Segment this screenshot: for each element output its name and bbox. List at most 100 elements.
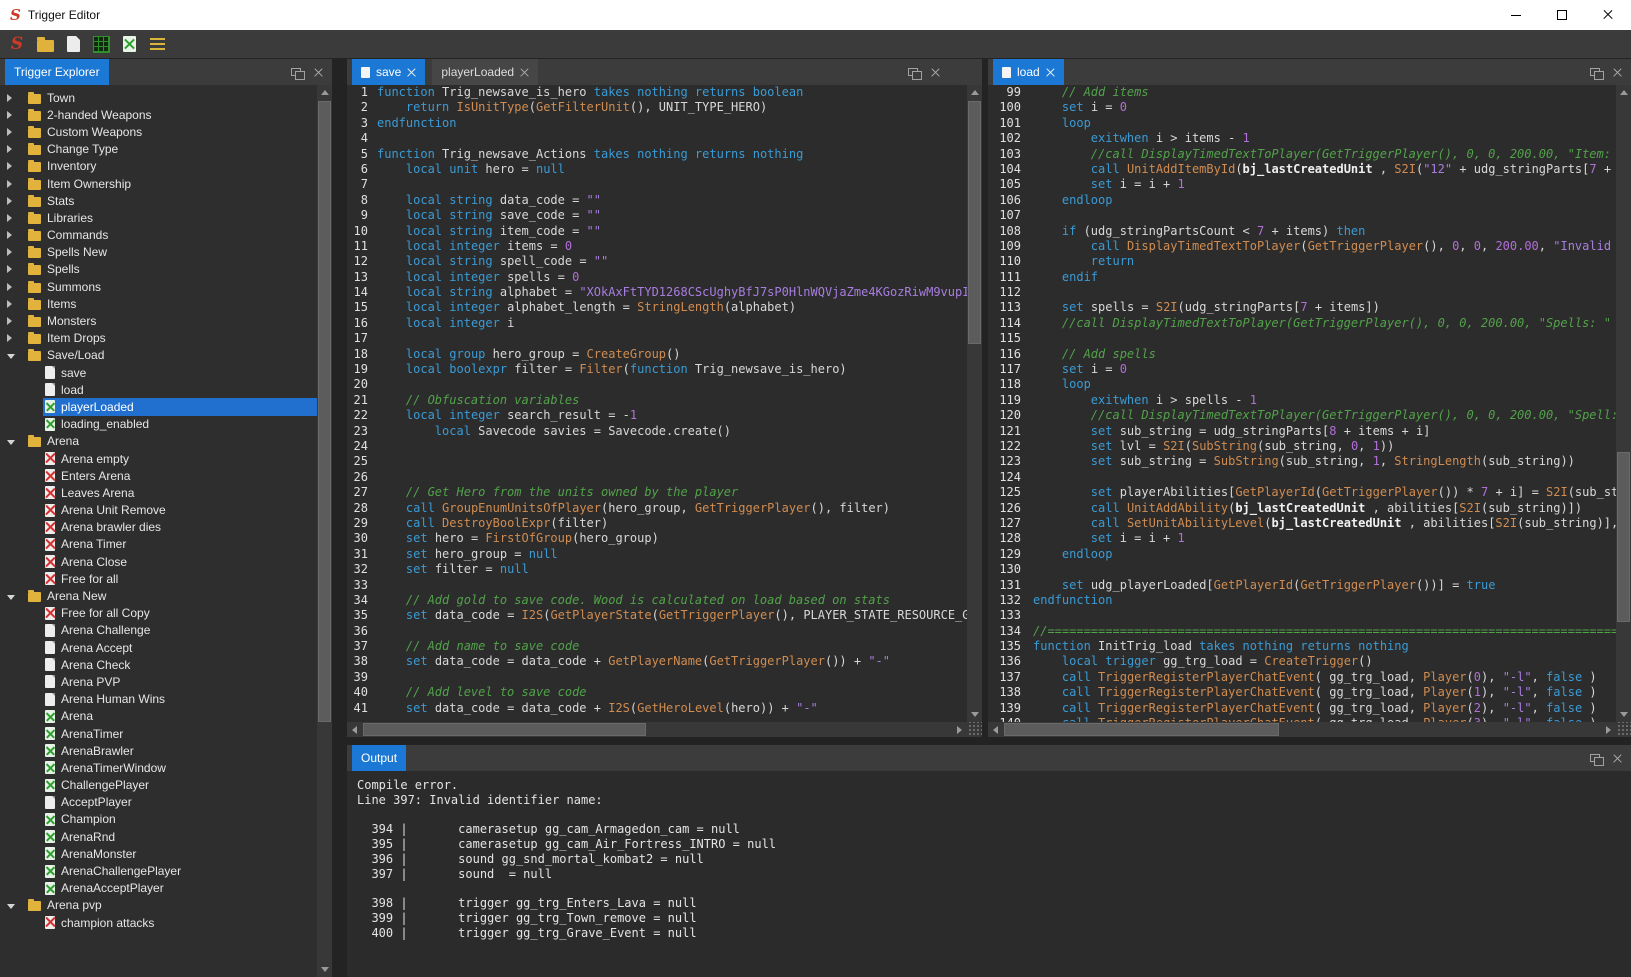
tree-item-enters-arena[interactable]: Enters Arena [0, 467, 317, 484]
tree-item-arena-empty[interactable]: Arena empty [0, 450, 317, 467]
close-panel-icon[interactable] [314, 68, 323, 77]
tree-item-arena-timer[interactable]: Arena Timer [0, 536, 317, 553]
close-panel-icon[interactable] [1613, 754, 1622, 763]
scroll-right-button[interactable] [1601, 722, 1616, 737]
tree-item-libraries[interactable]: Libraries [0, 209, 317, 226]
code-area[interactable]: 99 // Add items100 set i = 0101 loop102 … [988, 85, 1616, 722]
expand-arrow-icon[interactable] [7, 248, 12, 256]
tree-item-arena-brawler-dies[interactable]: Arena brawler dies [0, 519, 317, 536]
scroll-thumb[interactable] [1004, 723, 1279, 736]
scroll-track[interactable] [362, 722, 952, 737]
expand-arrow-icon[interactable] [7, 111, 12, 119]
tree-item-arenarnd[interactable]: ArenaRnd [0, 828, 317, 845]
tree-item-challengeplayer[interactable]: ChallengePlayer [0, 777, 317, 794]
tree-item-arena-check[interactable]: Arena Check [0, 656, 317, 673]
expand-arrow-icon[interactable] [7, 300, 12, 308]
minimize-button[interactable] [1493, 0, 1539, 30]
collapse-arrow-icon[interactable] [7, 595, 15, 600]
tab-close-icon[interactable] [520, 68, 529, 77]
tab-load[interactable]: load [993, 59, 1064, 85]
tree-item-arenaacceptplayer[interactable]: ArenaAcceptPlayer [0, 880, 317, 897]
app-logo-button[interactable] [4, 32, 30, 56]
tree-item-acceptplayer[interactable]: AcceptPlayer [0, 794, 317, 811]
tab-close-icon[interactable] [407, 68, 416, 77]
scroll-left-button[interactable] [988, 722, 1003, 737]
trigger-list-button[interactable] [144, 32, 170, 56]
close-panel-icon[interactable] [931, 68, 940, 77]
tree-item-arenabrawler[interactable]: ArenaBrawler [0, 742, 317, 759]
tree-item-custom-weapons[interactable]: Custom Weapons [0, 123, 317, 140]
vertical-scrollbar[interactable] [967, 85, 982, 722]
scroll-up-button[interactable] [1616, 85, 1631, 100]
scroll-left-button[interactable] [347, 722, 362, 737]
expand-arrow-icon[interactable] [7, 334, 12, 342]
collapse-arrow-icon[interactable] [7, 904, 15, 909]
tree-item-free-for-all[interactable]: Free for all [0, 570, 317, 587]
tree-item-commands[interactable]: Commands [0, 227, 317, 244]
horizontal-scrollbar[interactable] [988, 722, 1616, 737]
scroll-down-button[interactable] [967, 707, 982, 722]
tree-item-playerloaded[interactable]: playerLoaded [0, 398, 317, 415]
expand-arrow-icon[interactable] [7, 283, 12, 291]
expand-arrow-icon[interactable] [7, 128, 12, 136]
expand-arrow-icon[interactable] [7, 317, 12, 325]
expand-arrow-icon[interactable] [7, 265, 12, 273]
undock-panel-icon[interactable] [1590, 68, 1600, 76]
resize-grip[interactable] [967, 722, 982, 737]
tree-item-loading-enabled[interactable]: loading_enabled [0, 416, 317, 433]
tree-item-stats[interactable]: Stats [0, 192, 317, 209]
trigger-explorer-tab[interactable]: Trigger Explorer [5, 59, 109, 85]
tree-item-save-load[interactable]: Save/Load [0, 347, 317, 364]
scroll-thumb[interactable] [363, 723, 646, 736]
tree-item-arena[interactable]: Arena [0, 433, 317, 450]
scroll-track[interactable] [967, 100, 982, 707]
expand-arrow-icon[interactable] [7, 94, 12, 102]
scroll-thumb[interactable] [318, 101, 331, 722]
tab-close-icon[interactable] [1046, 68, 1055, 77]
tree-item-save[interactable]: save [0, 364, 317, 381]
tree-item-2-handed-weapons[interactable]: 2-handed Weapons [0, 106, 317, 123]
scroll-right-button[interactable] [952, 722, 967, 737]
tree-item-arena-pvp[interactable]: Arena pvp [0, 897, 317, 914]
scroll-thumb[interactable] [968, 101, 981, 344]
expand-arrow-icon[interactable] [7, 162, 12, 170]
tree-item-free-for-all-copy[interactable]: Free for all Copy [0, 605, 317, 622]
maximize-button[interactable] [1539, 0, 1585, 30]
tree-item-arenatimerwindow[interactable]: ArenaTimerWindow [0, 759, 317, 776]
expand-arrow-icon[interactable] [7, 231, 12, 239]
tree-item-arena[interactable]: Arena [0, 708, 317, 725]
undock-panel-icon[interactable] [291, 68, 301, 76]
expand-arrow-icon[interactable] [7, 214, 12, 222]
tree-item-item-drops[interactable]: Item Drops [0, 330, 317, 347]
output-tab[interactable]: Output [352, 745, 406, 771]
tree-item-arena-close[interactable]: Arena Close [0, 553, 317, 570]
tree-item-spells[interactable]: Spells [0, 261, 317, 278]
tree-item-arena-pvp[interactable]: Arena PVP [0, 673, 317, 690]
tree-scrollbar[interactable] [317, 85, 332, 977]
tab-playerLoaded[interactable]: playerLoaded [432, 59, 538, 85]
tree-item-arena-accept[interactable]: Arena Accept [0, 639, 317, 656]
tree-item-monsters[interactable]: Monsters [0, 312, 317, 329]
collapse-arrow-icon[interactable] [7, 354, 15, 359]
tree-item-arena-new[interactable]: Arena New [0, 587, 317, 604]
open-folder-button[interactable] [32, 32, 58, 56]
tree-item-item-ownership[interactable]: Item Ownership [0, 175, 317, 192]
tree-item-leaves-arena[interactable]: Leaves Arena [0, 484, 317, 501]
convert-script-button[interactable] [116, 32, 142, 56]
tree-item-arena-challenge[interactable]: Arena Challenge [0, 622, 317, 639]
tree-item-champion[interactable]: Champion [0, 811, 317, 828]
tree-item-arena-unit-remove[interactable]: Arena Unit Remove [0, 502, 317, 519]
tree-item-arenamonster[interactable]: ArenaMonster [0, 845, 317, 862]
expand-arrow-icon[interactable] [7, 145, 12, 153]
scroll-track[interactable] [317, 100, 332, 962]
tree-item-spells-new[interactable]: Spells New [0, 244, 317, 261]
tree-item-summons[interactable]: Summons [0, 278, 317, 295]
vertical-scrollbar[interactable] [1616, 85, 1631, 722]
close-button[interactable] [1585, 0, 1631, 30]
undock-panel-icon[interactable] [908, 68, 918, 76]
scroll-up-button[interactable] [317, 85, 332, 100]
scroll-track[interactable] [1003, 722, 1601, 737]
tab-save[interactable]: save [352, 59, 425, 85]
scroll-up-button[interactable] [967, 85, 982, 100]
expand-arrow-icon[interactable] [7, 197, 12, 205]
